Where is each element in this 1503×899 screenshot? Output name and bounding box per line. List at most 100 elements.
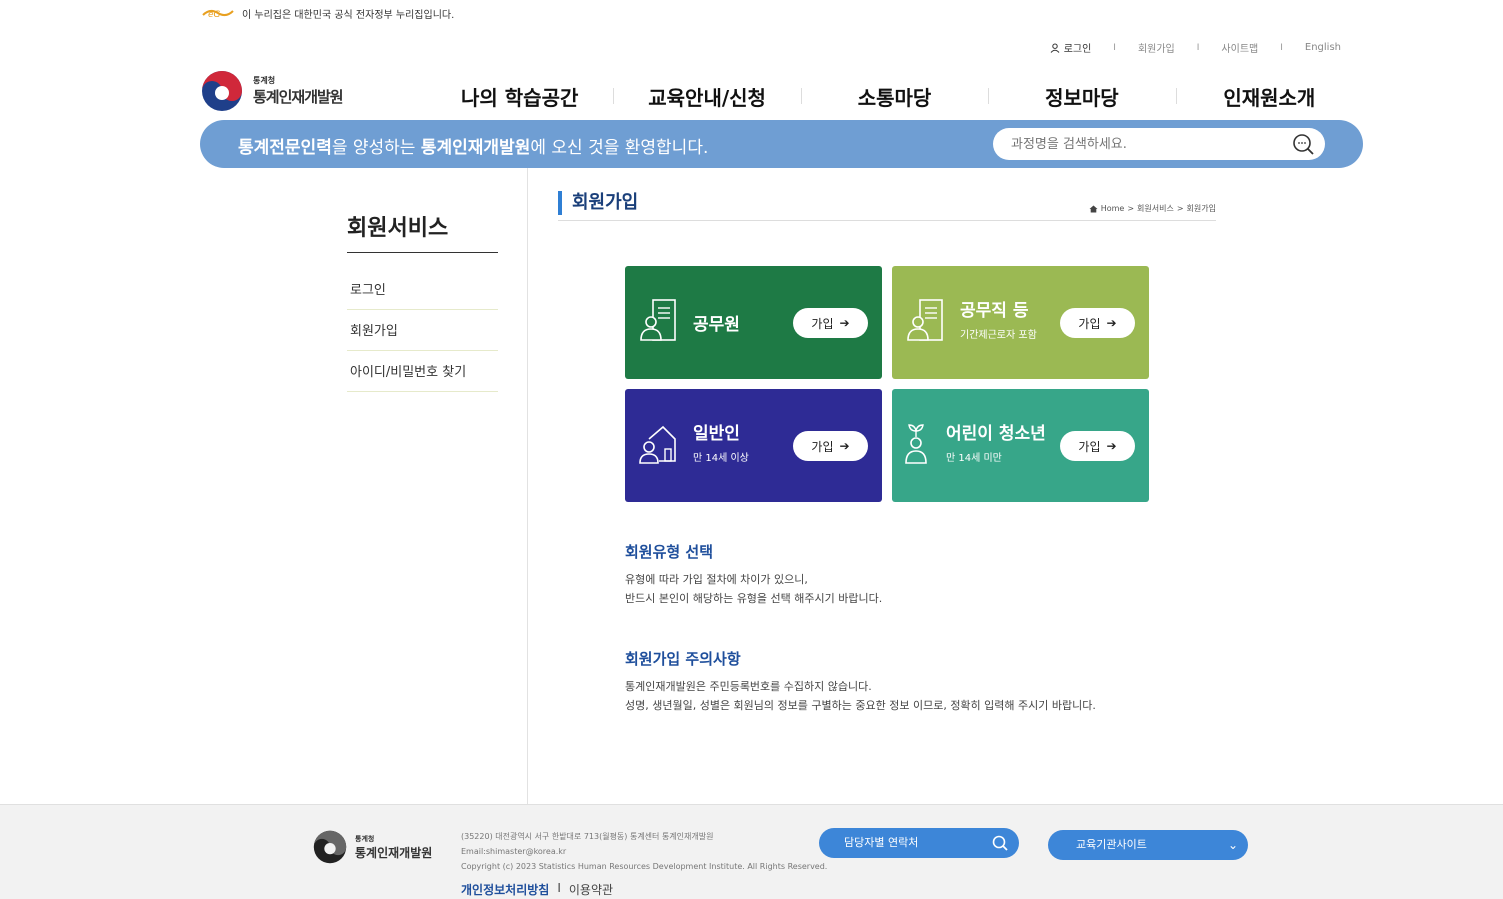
footer-address: (35220) 대전광역시 서구 한밭대로 713(월평동) 통계센터 통계인재… bbox=[461, 829, 827, 874]
contact-button-label: 담당자별 연락처 bbox=[844, 836, 919, 849]
nav-information[interactable]: 정보마당 bbox=[988, 82, 1175, 111]
card-title: 공무원 bbox=[693, 315, 740, 335]
official-document-icon bbox=[640, 299, 676, 341]
login-link-label: 로그인 bbox=[1063, 44, 1092, 55]
card-subtitle: 기간제근로자 포함 bbox=[960, 330, 1037, 341]
arrow-right-icon: ➔ bbox=[839, 316, 850, 330]
breadcrumb-home[interactable]: Home bbox=[1101, 204, 1125, 213]
join-button[interactable]: 가입 ➔ bbox=[793, 308, 868, 338]
card-title: 일반인 bbox=[693, 424, 740, 444]
home-icon bbox=[1089, 205, 1098, 212]
card-children-youth[interactable]: 어린이 청소년 만 14세 미만 가입 ➔ bbox=[892, 389, 1149, 502]
divider: I bbox=[1113, 42, 1116, 53]
logo-small-text: 통계청 bbox=[253, 76, 276, 85]
welcome-bold-1: 통계전문인력 bbox=[238, 138, 332, 158]
login-link[interactable]: 로그인 bbox=[1050, 40, 1092, 55]
footer-links: 개인정보처리방침 I 이용약관 bbox=[461, 881, 613, 898]
chevron-down-icon: ⌄ bbox=[1227, 838, 1238, 852]
nav-education[interactable]: 교육안내/신청 bbox=[613, 82, 800, 111]
info-title: 회원가입 주의사항 bbox=[625, 650, 741, 668]
nav-about[interactable]: 인재원소개 bbox=[1175, 82, 1363, 111]
join-button[interactable]: 가입 ➔ bbox=[1060, 308, 1135, 338]
info-line: 통계인재개발원은 주민등록번호를 수집하지 않습니다. bbox=[625, 680, 872, 693]
official-document-icon bbox=[907, 299, 943, 341]
welcome-text-2: 에 오신 것을 환영합니다. bbox=[530, 138, 709, 158]
info-line: 성명, 생년월일, 성별은 회원님의 정보를 구별하는 중요한 정보 이므로, … bbox=[625, 699, 1096, 712]
breadcrumb: Home > 회원서비스 > 회원가입 bbox=[1089, 203, 1216, 214]
nav-my-learning[interactable]: 나의 학습공간 bbox=[426, 82, 613, 111]
footer: 통계청 통계인재개발원 (35220) 대전광역시 서구 한밭대로 713(월평… bbox=[0, 804, 1503, 899]
logo-name: 통계인재개발원 bbox=[253, 88, 344, 106]
card-subtitle: 만 14세 미만 bbox=[946, 453, 1002, 464]
copyright-text: Copyright (c) 2023 Statistics Human Reso… bbox=[461, 862, 828, 871]
card-public-official[interactable]: 공무원 가입 ➔ bbox=[625, 266, 882, 379]
arrow-right-icon: ➔ bbox=[839, 439, 850, 453]
terms-link[interactable]: 이용약관 bbox=[569, 881, 613, 898]
welcome-bar: 통계전문인력을 양성하는 통계인재개발원에 오신 것을 환영합니다. bbox=[200, 120, 1363, 168]
gov-banner-text: 이 누리집은 대한민국 공식 전자정부 누리집입니다. bbox=[242, 9, 455, 21]
taegeuk-logo-icon bbox=[202, 71, 242, 111]
join-button-label: 가입 bbox=[1078, 316, 1101, 331]
divider: I bbox=[557, 881, 561, 895]
gov-banner: eG 이 누리집은 대한민국 공식 전자정부 누리집입니다. bbox=[202, 4, 454, 22]
person-house-icon bbox=[639, 425, 676, 464]
footer-logo-name: 통계인재개발원 bbox=[355, 845, 433, 860]
member-type-cards: 공무원 가입 ➔ 공무직 등 기간제근로자 포함 가입 ➔ 일반인 만 14세 … bbox=[625, 266, 1150, 502]
user-icon bbox=[1050, 43, 1060, 53]
arrow-right-icon: ➔ bbox=[1106, 439, 1117, 453]
info-line: 반드시 본인이 해당하는 유형을 선택 해주시기 바랍니다. bbox=[625, 592, 883, 605]
email-text: Email:shimaster@korea.kr bbox=[461, 847, 567, 856]
egov-logo-icon: eG bbox=[202, 9, 234, 20]
utility-nav: 로그인 I 회원가입 I 사이트맵 I English bbox=[1050, 40, 1341, 55]
page-title: 회원가입 bbox=[558, 191, 638, 215]
sidebar-item-signup[interactable]: 회원가입 bbox=[347, 310, 498, 351]
nav-community[interactable]: 소통마당 bbox=[800, 82, 988, 111]
sprout-person-icon bbox=[905, 424, 927, 464]
footer-logo: 통계청 통계인재개발원 bbox=[313, 830, 432, 864]
footer-logo-small: 통계청 bbox=[355, 834, 375, 843]
sidebar-title: 회원서비스 bbox=[347, 210, 498, 253]
breadcrumb-member-service[interactable]: 회원서비스 bbox=[1137, 203, 1174, 214]
arrow-right-icon: ➔ bbox=[1106, 316, 1117, 330]
join-button[interactable]: 가입 ➔ bbox=[1060, 431, 1135, 461]
info-member-type: 회원유형 선택 유형에 따라 가입 절차에 차이가 있으니, 반드시 본인이 해… bbox=[625, 541, 1155, 608]
info-signup-notice: 회원가입 주의사항 통계인재개발원은 주민등록번호를 수집하지 않습니다. 성명… bbox=[625, 648, 1155, 715]
welcome-message: 통계전문인력을 양성하는 통계인재개발원에 오신 것을 환영합니다. bbox=[238, 133, 708, 158]
site-logo[interactable]: 통계청 통계인재개발원 bbox=[201, 70, 344, 112]
search-icon[interactable] bbox=[1291, 132, 1315, 156]
svg-text:eG: eG bbox=[208, 10, 221, 20]
breadcrumb-separator: > bbox=[1127, 204, 1135, 213]
signup-link[interactable]: 회원가입 bbox=[1138, 40, 1175, 55]
english-link[interactable]: English bbox=[1305, 42, 1341, 53]
privacy-policy-link[interactable]: 개인정보처리방침 bbox=[461, 881, 549, 898]
divider: I bbox=[1280, 42, 1283, 53]
site-select-value: 교육기관사이트 bbox=[1076, 838, 1147, 851]
info-title: 회원유형 선택 bbox=[625, 543, 714, 561]
course-search bbox=[993, 128, 1325, 160]
taegeuk-logo-icon bbox=[313, 830, 347, 864]
card-title: 공무직 등 bbox=[960, 301, 1029, 321]
welcome-bold-2: 통계인재개발원 bbox=[420, 138, 531, 158]
divider bbox=[527, 168, 528, 804]
welcome-text-1: 을 양성하는 bbox=[331, 138, 421, 158]
contact-button[interactable]: 담당자별 연락처 bbox=[819, 828, 1019, 858]
info-line: 유형에 따라 가입 절차에 차이가 있으니, bbox=[625, 573, 808, 586]
education-site-select[interactable]: 교육기관사이트 ⌄ bbox=[1048, 830, 1248, 860]
sidebar-item-find-account[interactable]: 아이디/비밀번호 찾기 bbox=[347, 351, 498, 392]
join-button[interactable]: 가입 ➔ bbox=[793, 431, 868, 461]
main-nav: 나의 학습공간 교육안내/신청 소통마당 정보마당 인재원소개 bbox=[426, 82, 1363, 111]
sidebar: 회원서비스 로그인 회원가입 아이디/비밀번호 찾기 bbox=[347, 210, 498, 392]
sidebar-item-login[interactable]: 로그인 bbox=[347, 269, 498, 310]
breadcrumb-separator: > bbox=[1176, 204, 1184, 213]
card-public-service-worker[interactable]: 공무직 등 기간제근로자 포함 가입 ➔ bbox=[892, 266, 1149, 379]
search-icon bbox=[992, 835, 1008, 851]
card-subtitle: 만 14세 이상 bbox=[693, 453, 749, 464]
divider: I bbox=[1196, 42, 1200, 53]
join-button-label: 가입 bbox=[811, 439, 834, 454]
sitemap-link[interactable]: 사이트맵 bbox=[1221, 40, 1258, 55]
join-button-label: 가입 bbox=[1078, 439, 1101, 454]
card-title: 어린이 청소년 bbox=[946, 424, 1046, 444]
card-general-public[interactable]: 일반인 만 14세 이상 가입 ➔ bbox=[625, 389, 882, 502]
course-search-input[interactable] bbox=[1011, 128, 1281, 160]
content-header: 회원가입 Home > 회원서비스 > 회원가입 bbox=[558, 191, 1216, 221]
